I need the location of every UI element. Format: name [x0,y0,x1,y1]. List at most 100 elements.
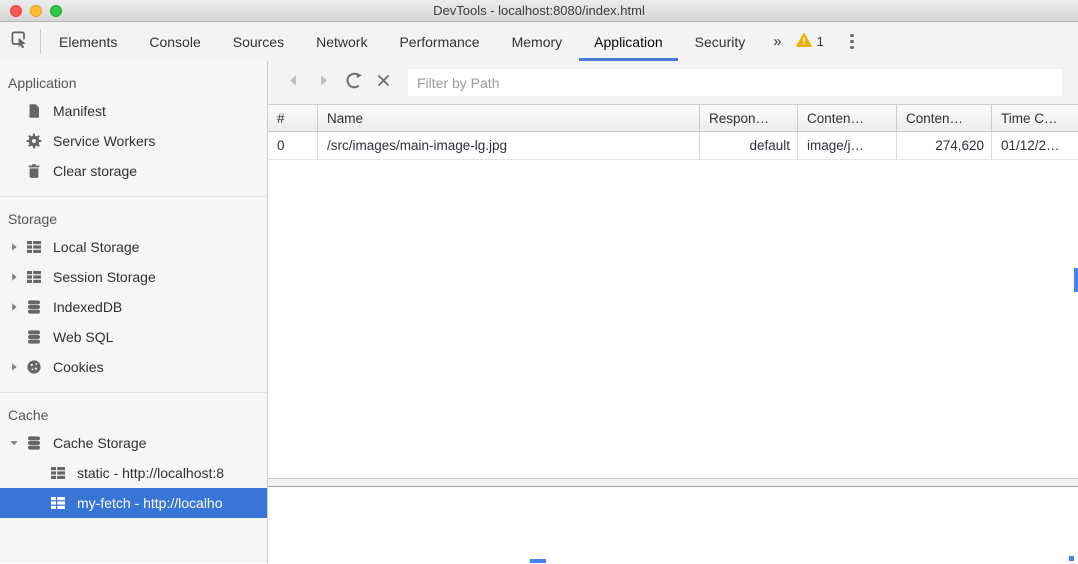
table-icon [26,269,43,286]
refresh-button[interactable] [338,69,368,97]
refresh-icon [345,72,362,94]
horizontal-splitter[interactable] [268,478,1078,487]
cache-table-header: # Name Respon… Conten… Conten… Time C… [268,104,1078,132]
sidebar-item-label: Cookies [53,359,104,375]
sidebar-item-label: static - http://localhost:8 [77,465,225,481]
section-title: Cache [8,407,49,423]
column-header-index[interactable]: # [268,105,318,131]
devtools-tab-bar: Elements Console Sources Network Perform… [0,22,1078,61]
tabbar-extras: » 1 [765,22,869,61]
back-button[interactable] [278,69,308,97]
traffic-lights [10,5,62,17]
column-header-content-length[interactable]: Conten… [897,105,992,131]
sidebar-item-label: Session Storage [53,269,156,285]
sidebar-section-cache: Cache Cache Storage static - http://loca… [0,392,267,528]
sidebar-item-label: Local Storage [53,239,140,255]
cell-response-type: default [700,132,798,159]
sidebar-item-cache-my-fetch[interactable]: my-fetch - http://localho [0,488,267,518]
triangle-down-icon[interactable] [6,437,22,449]
zoom-button[interactable] [50,5,62,17]
inspect-icon [10,30,28,53]
devtools-window: DevTools - localhost:8080/index.html Ele… [0,0,1078,564]
sidebar-item-manifest[interactable]: Manifest [0,96,267,126]
database-icon [26,435,43,452]
cache-data-panel: # Name Respon… Conten… Conten… Time C… 0… [268,61,1078,563]
sidebar-item-label: Clear storage [53,163,138,179]
table-icon [50,465,67,482]
sidebar-item-cache-storage[interactable]: Cache Storage [0,428,267,458]
sidebar-item-label: Cache Storage [53,435,147,451]
cell-index: 0 [268,132,318,159]
back-icon [286,73,301,93]
section-title: Application [8,75,77,91]
cell-time-cached: 01/12/2… [1001,138,1060,153]
console-warning-badge[interactable]: 1 [790,32,830,51]
kebab-menu-icon [850,33,854,50]
column-header-content-type[interactable]: Conten… [798,105,897,131]
table-icon [26,239,43,256]
close-x-icon [376,73,391,93]
close-button[interactable] [10,5,22,17]
forward-button[interactable] [308,69,338,97]
tab-elements[interactable]: Elements [44,22,132,61]
scrollbar-fragment-right [1074,268,1078,292]
cache-entry-row[interactable]: 0 /src/images/main-image-lg.jpg default … [268,132,1078,160]
tab-memory[interactable]: Memory [497,22,578,61]
sidebar-item-label: Web SQL [53,329,114,345]
gear-icon [26,133,43,150]
sidebar-item-cookies[interactable]: Cookies [0,352,267,382]
warning-icon [795,32,812,51]
tab-performance[interactable]: Performance [384,22,494,61]
sidebar-item-service-workers[interactable]: Service Workers [0,126,267,156]
document-icon [26,103,43,120]
tabbar-divider [40,29,41,54]
tab-console[interactable]: Console [134,22,215,61]
more-tabs-button[interactable]: » [765,33,789,50]
main-menu-button[interactable] [835,33,869,50]
window-title: DevTools - localhost:8080/index.html [433,3,645,18]
column-header-response-type[interactable]: Respon… [700,105,798,131]
forward-icon [316,73,331,93]
triangle-right-icon[interactable] [6,241,22,253]
sidebar-section-storage: Storage Local Storage Session Storage In… [0,196,267,392]
column-header-time-cached[interactable]: Time C… [992,105,1078,131]
delete-selected-button[interactable] [368,69,398,97]
cell-content-type: image/j… [798,132,897,159]
sidebar-item-indexeddb[interactable]: IndexedDB [0,292,267,322]
trash-icon [26,163,43,180]
table-icon [50,495,67,512]
triangle-right-icon[interactable] [6,361,22,373]
triangle-right-icon[interactable] [6,301,22,313]
sidebar-item-label: my-fetch - http://localho [77,495,223,511]
title-bar: DevTools - localhost:8080/index.html [0,0,1078,22]
chevron-double-right-icon: » [773,33,782,50]
application-sidebar: Application Manifest Service Workers Cle… [0,61,268,563]
cookie-icon [26,359,43,376]
triangle-right-icon[interactable] [6,271,22,283]
database-icon [26,329,43,346]
section-title: Storage [8,211,58,227]
filter-by-path-input[interactable] [408,69,1062,96]
tab-application[interactable]: Application [579,22,678,61]
sidebar-item-web-sql[interactable]: Web SQL [0,322,267,352]
tab-security[interactable]: Security [680,22,761,61]
minimize-button[interactable] [30,5,42,17]
sidebar-item-cache-static[interactable]: static - http://localhost:8 [0,458,267,488]
sidebar-section-application: Application Manifest Service Workers Cle… [0,61,267,196]
warning-count: 1 [816,34,824,49]
sidebar-item-local-storage[interactable]: Local Storage [0,232,267,262]
tab-network[interactable]: Network [301,22,382,61]
cache-toolbar [268,61,1078,104]
sidebar-item-label: IndexedDB [53,299,123,315]
tab-sources[interactable]: Sources [218,22,299,61]
database-icon [26,299,43,316]
inspect-element-button[interactable] [0,22,38,61]
column-header-name[interactable]: Name [318,105,700,131]
sidebar-item-session-storage[interactable]: Session Storage [0,262,267,292]
scrollbar-fragment-corner [1069,556,1074,561]
sidebar-item-label: Service Workers [53,133,156,149]
cell-name: /src/images/main-image-lg.jpg [318,132,700,159]
sidebar-item-clear-storage[interactable]: Clear storage [0,156,267,186]
scrollbar-fragment-bottom [530,559,546,563]
cell-content-length: 274,620 [897,132,992,159]
